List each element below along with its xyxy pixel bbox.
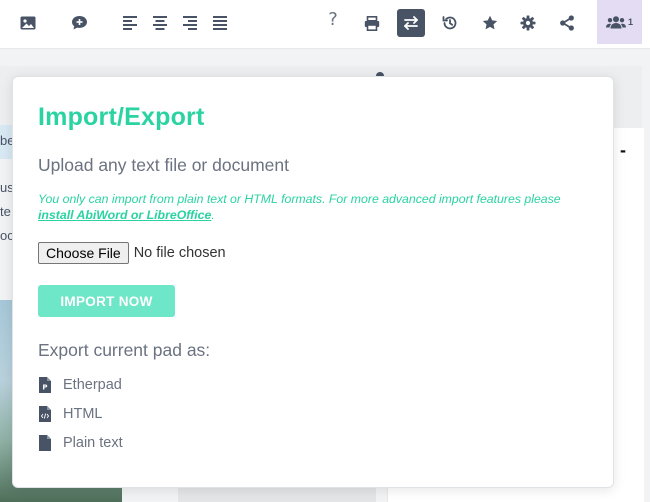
export-plain-text[interactable]: Plain text <box>38 433 123 453</box>
align-right-icon[interactable] <box>177 10 203 36</box>
history-icon[interactable] <box>437 10 463 36</box>
export-option-label: Plain text <box>63 435 123 451</box>
left-fragment-text: te <box>0 204 11 219</box>
choose-file-button[interactable]: Choose File <box>38 242 129 264</box>
print-icon[interactable] <box>359 10 385 36</box>
share-icon[interactable] <box>554 10 580 36</box>
star-icon[interactable] <box>477 10 503 36</box>
import-export-icon[interactable] <box>397 9 425 37</box>
export-etherpad[interactable]: P Etherpad <box>38 375 122 395</box>
notice-text: You only can import from plain text or H… <box>38 192 561 206</box>
image-icon[interactable] <box>15 10 41 36</box>
settings-icon[interactable] <box>515 10 541 36</box>
help-icon[interactable]: ? <box>320 6 346 32</box>
notice-end: . <box>211 208 215 222</box>
popup-title: Import/Export <box>38 103 205 131</box>
export-html[interactable]: HTML <box>38 404 102 424</box>
upload-heading: Upload any text file or document <box>38 155 289 175</box>
install-link[interactable]: install AbiWord or LibreOffice <box>38 208 211 222</box>
users-icon <box>605 15 626 28</box>
left-fragment-text: us <box>0 180 12 195</box>
left-fragment-text: oc <box>0 228 12 243</box>
import-now-button[interactable]: IMPORT NOW <box>38 285 175 317</box>
etherpad-file-icon: P <box>39 377 51 393</box>
svg-text:P: P <box>42 384 47 392</box>
export-option-label: Etherpad <box>63 377 122 393</box>
import-notice: You only can import from plain text or H… <box>38 191 598 223</box>
export-option-label: HTML <box>63 406 103 422</box>
left-fragment-text: be <box>0 133 12 148</box>
users-button[interactable]: 1 <box>597 0 642 44</box>
file-input: Choose File No file chosen <box>38 242 226 264</box>
no-file-label: No file chosen <box>133 245 226 261</box>
comment-icon[interactable] <box>66 10 92 36</box>
collapse-symbol[interactable]: - <box>620 140 626 161</box>
align-left-icon[interactable] <box>117 10 143 36</box>
align-center-icon[interactable] <box>147 10 173 36</box>
text-file-icon <box>39 435 51 451</box>
align-justify-icon[interactable] <box>207 10 233 36</box>
import-export-popup: Import/Export Upload any text file or do… <box>12 76 614 488</box>
export-heading: Export current pad as: <box>38 340 211 360</box>
html-file-icon <box>39 406 51 422</box>
editor-toolbar: ? 1 <box>0 0 650 49</box>
users-count: 1 <box>627 17 633 27</box>
left-fragment-highlight: be <box>0 125 12 159</box>
